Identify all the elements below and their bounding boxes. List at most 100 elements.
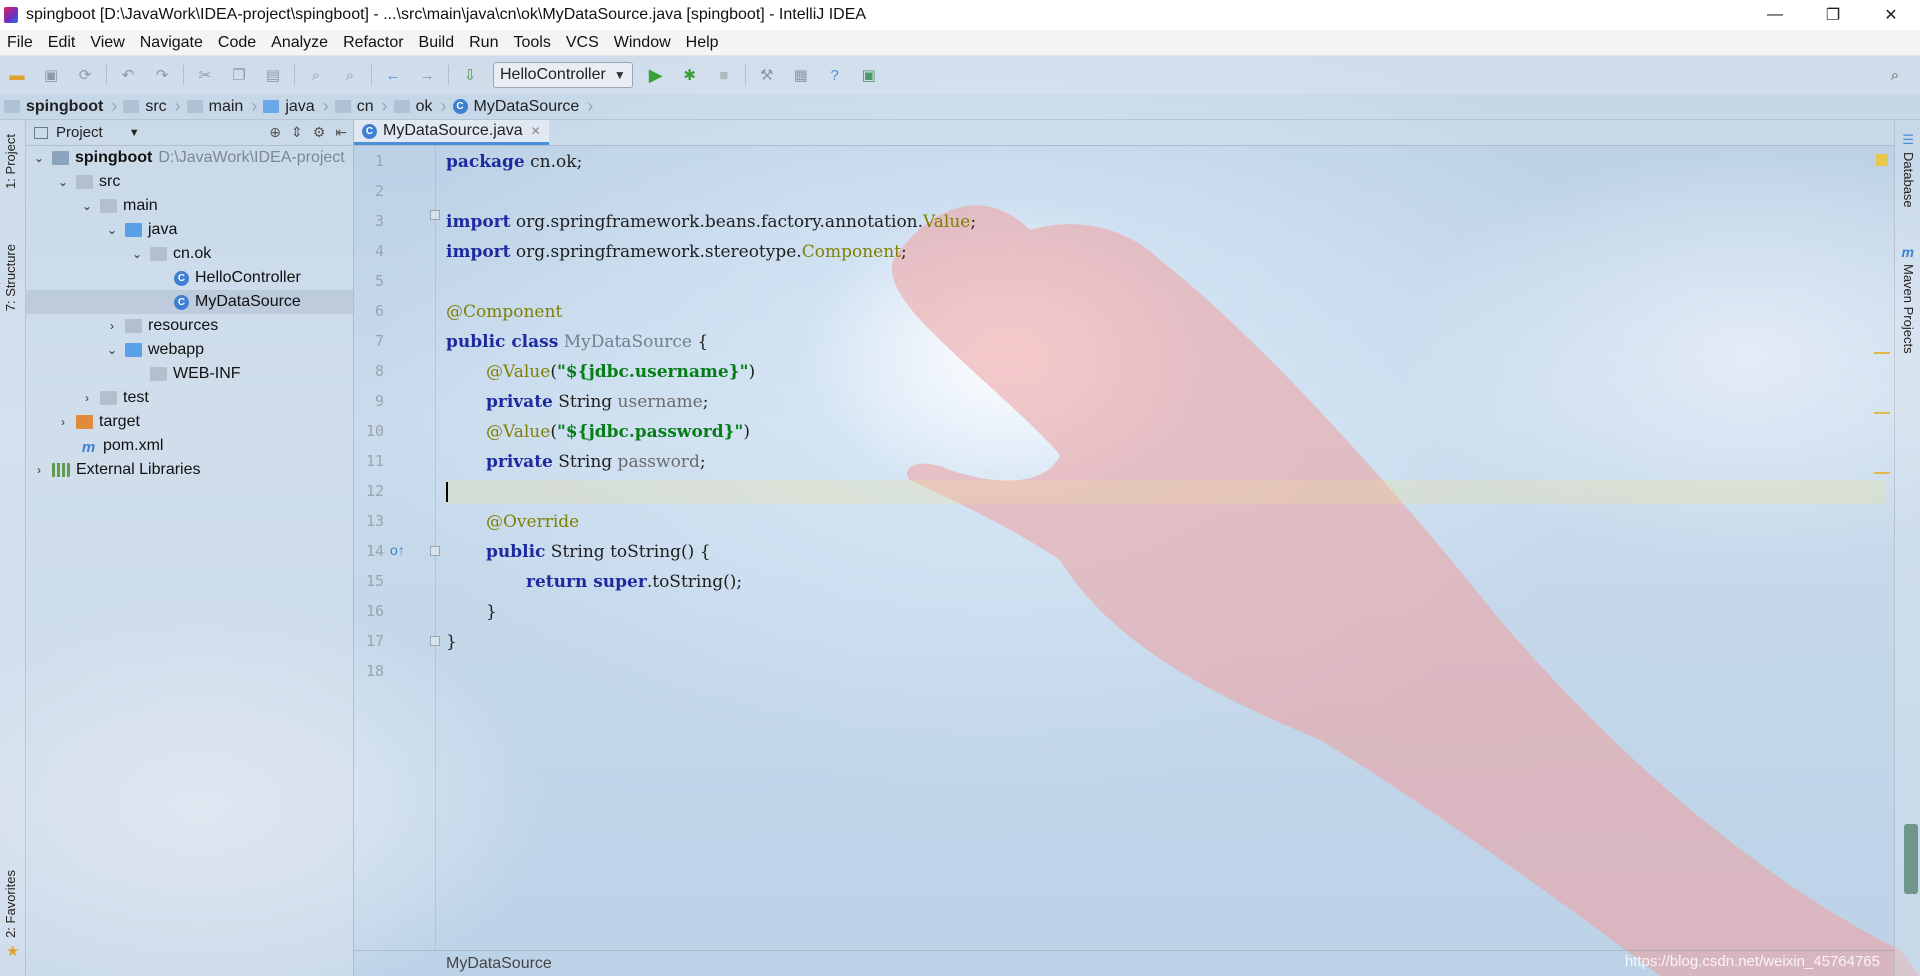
back-icon[interactable]: ← — [382, 64, 404, 86]
menu-code[interactable]: Code — [211, 34, 264, 52]
find-icon[interactable]: ⌕ — [305, 64, 327, 86]
debug-icon[interactable]: ✱ — [679, 64, 701, 86]
search-everywhere-icon[interactable]: ⌕ — [1884, 64, 1906, 86]
code-token: @Value — [486, 422, 551, 442]
breadcrumb-label: java — [285, 97, 315, 115]
sync-icon[interactable]: ⟳ — [74, 64, 96, 86]
breadcrumb-src[interactable]: src — [119, 98, 172, 116]
chevron-down-icon[interactable]: ⌄ — [105, 343, 119, 357]
cut-icon[interactable]: ✂ — [194, 64, 216, 86]
toolbar-separator — [744, 65, 746, 85]
undo-icon[interactable]: ↶ — [117, 64, 139, 86]
menu-vcs[interactable]: VCS — [559, 34, 607, 52]
forward-icon[interactable]: → — [416, 64, 438, 86]
favorites-tool-tab[interactable]: 2: Favorites — [3, 870, 18, 938]
deploy-icon[interactable]: ▣ — [858, 64, 880, 86]
settings-wrench-icon[interactable]: ⚒ — [756, 64, 778, 86]
tree-item-mydatasource[interactable]: C MyDataSource — [26, 290, 354, 314]
maven-tool-tab[interactable]: Maven Projects — [1901, 264, 1916, 354]
menu-refactor[interactable]: Refactor — [336, 34, 411, 52]
breadcrumb-class[interactable]: C MyDataSource — [449, 98, 586, 116]
tree-item-external-libraries[interactable]: › External Libraries — [26, 458, 354, 482]
breadcrumb-project[interactable]: spingboot — [0, 98, 109, 116]
tree-item-cn-ok[interactable]: ⌄ cn.ok — [26, 242, 354, 266]
tree-item-label: webapp — [148, 341, 205, 358]
redo-icon[interactable]: ↷ — [151, 64, 173, 86]
scroll-from-source-icon[interactable]: ⊕ — [269, 124, 281, 141]
minimize-button[interactable]: — — [1746, 0, 1804, 30]
analysis-status-indicator[interactable] — [1876, 154, 1888, 166]
chevron-down-icon[interactable]: ⌄ — [32, 151, 46, 165]
tree-item-target[interactable]: › target — [26, 410, 354, 434]
save-all-icon[interactable]: ▣ — [40, 64, 62, 86]
editor-tab-mydatasource[interactable]: C MyDataSource.java ✕ — [354, 120, 549, 145]
menu-help[interactable]: Help — [679, 34, 727, 52]
chevron-down-icon[interactable]: ▼ — [129, 127, 140, 139]
run-configuration-select[interactable]: HelloController ▼ — [493, 62, 633, 88]
code-token: return — [526, 572, 588, 592]
menu-tools[interactable]: Tools — [506, 34, 558, 52]
gear-icon[interactable]: ⚙ — [313, 124, 326, 141]
copy-icon[interactable]: ❐ — [228, 64, 250, 86]
tree-item-pom-xml[interactable]: m pom.xml — [26, 434, 354, 458]
warning-stripe-marker[interactable] — [1874, 412, 1890, 414]
close-tab-icon[interactable]: ✕ — [531, 124, 541, 138]
open-folder-icon[interactable]: ▬ — [6, 64, 28, 86]
project-view-select[interactable]: Project — [56, 124, 103, 141]
warning-stripe-marker[interactable] — [1874, 352, 1890, 354]
collapse-all-icon[interactable]: ⇕ — [291, 124, 303, 141]
web-folder-icon — [125, 343, 142, 357]
menu-build[interactable]: Build — [412, 34, 463, 52]
project-structure-icon[interactable]: ▦ — [790, 64, 812, 86]
editor-breadcrumb-label[interactable]: MyDataSource — [446, 955, 552, 973]
breadcrumb-ok[interactable]: ok — [390, 98, 439, 116]
tree-item-webapp[interactable]: ⌄ webapp — [26, 338, 354, 362]
menu-analyze[interactable]: Analyze — [264, 34, 336, 52]
fold-method-icon[interactable] — [430, 546, 440, 556]
replace-icon[interactable]: ⌕ — [339, 64, 361, 86]
close-button[interactable]: ✕ — [1862, 0, 1920, 30]
tree-item-src[interactable]: ⌄ src — [26, 170, 354, 194]
menu-window[interactable]: Window — [607, 34, 679, 52]
help-icon[interactable]: ? — [824, 64, 846, 86]
chevron-right-icon[interactable]: › — [32, 463, 46, 477]
menu-edit[interactable]: Edit — [41, 34, 84, 52]
breadcrumb-java[interactable]: java — [259, 98, 320, 116]
run-icon[interactable]: ▶ — [645, 64, 667, 86]
chevron-down-icon[interactable]: ⌄ — [80, 199, 94, 213]
chevron-right-icon[interactable]: › — [80, 391, 94, 405]
breadcrumb-main[interactable]: main — [183, 98, 250, 116]
tree-item-main[interactable]: ⌄ main — [26, 194, 354, 218]
tree-item-hellocontroller[interactable]: C HelloController — [26, 266, 354, 290]
warning-stripe-marker[interactable] — [1874, 472, 1890, 474]
chevron-down-icon[interactable]: ⌄ — [130, 247, 144, 261]
chevron-right-icon[interactable]: › — [105, 319, 119, 333]
chevron-right-icon[interactable]: › — [56, 415, 70, 429]
hide-panel-icon[interactable]: ⇤ — [335, 124, 347, 141]
project-tool-tab[interactable]: 1: Project — [3, 134, 18, 189]
database-tool-tab[interactable]: Database — [1901, 152, 1916, 208]
tree-item-java[interactable]: ⌄ java — [26, 218, 354, 242]
memory-indicator[interactable] — [1904, 824, 1918, 894]
paste-icon[interactable]: ▤ — [262, 64, 284, 86]
tree-item-resources[interactable]: › resources — [26, 314, 354, 338]
tree-item-spingboot[interactable]: ⌄ spingboot D:\JavaWork\IDEA-project — [26, 146, 354, 170]
tree-item-test[interactable]: › test — [26, 386, 354, 410]
right-tool-window-strip: ☰ Database m Maven Projects — [1894, 120, 1920, 976]
menu-view[interactable]: View — [83, 34, 132, 52]
tree-item-web-inf[interactable]: WEB-INF — [26, 362, 354, 386]
override-marker-icon[interactable]: o↑ — [390, 542, 405, 558]
stop-icon[interactable]: ■ — [713, 64, 735, 86]
build-project-icon[interactable]: ⇩ — [459, 64, 481, 86]
folder-icon — [123, 100, 140, 113]
fold-imports-icon[interactable] — [430, 210, 440, 220]
restore-button[interactable]: ❐ — [1804, 0, 1862, 30]
breadcrumb-cn[interactable]: cn — [331, 98, 380, 116]
menu-file[interactable]: File — [0, 34, 41, 52]
chevron-down-icon[interactable]: ⌄ — [105, 223, 119, 237]
fold-method-end-icon[interactable] — [430, 636, 440, 646]
chevron-down-icon[interactable]: ⌄ — [56, 175, 70, 189]
menu-navigate[interactable]: Navigate — [133, 34, 211, 52]
menu-run[interactable]: Run — [462, 34, 506, 52]
structure-tool-tab[interactable]: 7: Structure — [3, 244, 18, 311]
